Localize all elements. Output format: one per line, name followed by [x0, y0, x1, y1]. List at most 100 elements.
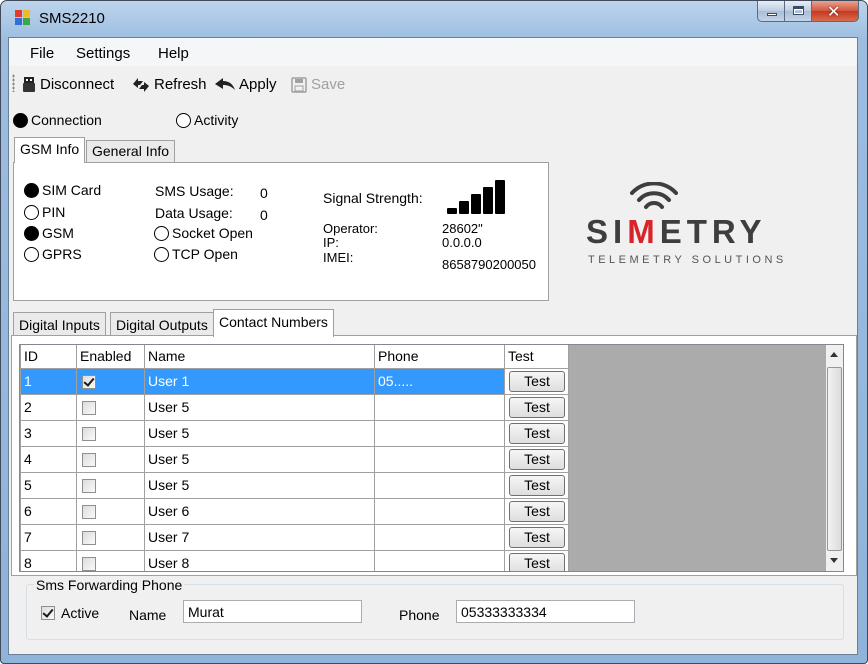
- test-button[interactable]: Test: [509, 474, 565, 496]
- forwarding-phone-input[interactable]: [456, 600, 635, 623]
- col-header-test[interactable]: Test: [504, 345, 569, 369]
- test-button[interactable]: Test: [509, 396, 565, 418]
- cell-id[interactable]: 4: [20, 445, 77, 473]
- scroll-up-icon[interactable]: [830, 352, 838, 357]
- close-button[interactable]: ✕: [812, 1, 859, 22]
- cell-id[interactable]: 8: [20, 549, 77, 571]
- test-button[interactable]: Test: [509, 422, 565, 444]
- usb-plug-icon: [23, 76, 35, 92]
- forwarding-name-input[interactable]: [183, 600, 362, 623]
- scroll-down-icon[interactable]: [830, 558, 838, 563]
- cell-enabled[interactable]: [76, 367, 145, 395]
- table-row[interactable]: 3 User 5 Test: [20, 419, 569, 447]
- forwarding-active-checkbox[interactable]: Active: [41, 605, 99, 621]
- maximize-button[interactable]: [785, 1, 812, 22]
- socket-open-label: Socket Open: [172, 225, 253, 241]
- save-button[interactable]: Save: [291, 76, 345, 93]
- cell-enabled[interactable]: [76, 549, 145, 571]
- save-disk-icon: [291, 76, 307, 93]
- table-row[interactable]: 4 User 5 Test: [20, 445, 569, 473]
- enabled-checkbox[interactable]: [82, 505, 96, 520]
- table-row[interactable]: 8 User 8 Test: [20, 549, 569, 571]
- cell-phone[interactable]: [374, 523, 505, 551]
- pin-led: [24, 204, 39, 220]
- tab-general-info[interactable]: General Info: [86, 140, 176, 162]
- scroll-thumb[interactable]: [827, 367, 842, 551]
- enabled-checkbox[interactable]: [82, 375, 96, 390]
- disconnect-button[interactable]: Disconnect: [22, 76, 114, 93]
- tcp-open-led: [154, 246, 169, 262]
- cell-enabled[interactable]: [76, 445, 145, 473]
- cell-id[interactable]: 6: [20, 497, 77, 525]
- test-button[interactable]: Test: [509, 552, 565, 571]
- cell-enabled[interactable]: [76, 471, 145, 499]
- table-row[interactable]: 1 User 1 05..... Test: [20, 367, 569, 395]
- enabled-checkbox[interactable]: [82, 531, 96, 546]
- cell-name[interactable]: User 1: [144, 367, 375, 395]
- cell-name[interactable]: User 5: [144, 471, 375, 499]
- title-bar[interactable]: SMS2210 ✕: [1, 1, 867, 37]
- table-row[interactable]: 2 User 5 Test: [20, 393, 569, 421]
- cell-name[interactable]: User 5: [144, 393, 375, 421]
- cell-enabled[interactable]: [76, 523, 145, 551]
- cell-phone[interactable]: [374, 445, 505, 473]
- ip-value: 0.0.0.0: [442, 235, 482, 250]
- table-row[interactable]: 6 User 6 Test: [20, 497, 569, 525]
- enabled-checkbox[interactable]: [82, 453, 96, 468]
- cell-name[interactable]: User 5: [144, 419, 375, 447]
- menu-help[interactable]: Help: [158, 45, 189, 62]
- menu-file[interactable]: File: [30, 45, 54, 62]
- apply-button[interactable]: Apply: [215, 76, 277, 93]
- minimize-button[interactable]: [757, 1, 785, 22]
- table-row[interactable]: 5 User 5 Test: [20, 471, 569, 499]
- table-row[interactable]: 7 User 7 Test: [20, 523, 569, 551]
- cell-name[interactable]: User 6: [144, 497, 375, 525]
- enabled-checkbox[interactable]: [82, 427, 96, 442]
- enabled-checkbox[interactable]: [82, 557, 96, 571]
- window-title: SMS2210: [39, 10, 105, 27]
- enabled-checkbox[interactable]: [82, 479, 96, 494]
- cell-phone[interactable]: 05.....: [374, 367, 505, 395]
- cell-phone[interactable]: [374, 471, 505, 499]
- cell-enabled[interactable]: [76, 497, 145, 525]
- test-button[interactable]: Test: [509, 448, 565, 470]
- test-button[interactable]: Test: [509, 526, 565, 548]
- menu-settings[interactable]: Settings: [76, 45, 130, 62]
- tab-digital-inputs[interactable]: Digital Inputs: [13, 312, 106, 336]
- cell-id[interactable]: 7: [20, 523, 77, 551]
- cell-name[interactable]: User 8: [144, 549, 375, 571]
- col-header-enabled[interactable]: Enabled: [76, 345, 145, 369]
- tab-digital-outputs[interactable]: Digital Outputs: [110, 312, 214, 336]
- grid-vertical-scrollbar[interactable]: [826, 344, 844, 572]
- tab-gsm-info[interactable]: GSM Info: [14, 137, 86, 163]
- connection-radio[interactable]: Connection: [13, 112, 102, 128]
- cell-id[interactable]: 2: [20, 393, 77, 421]
- cell-enabled[interactable]: [76, 419, 145, 447]
- cell-phone[interactable]: [374, 497, 505, 525]
- operator-label: Operator:: [323, 221, 378, 236]
- operator-value: 28602": [442, 221, 483, 236]
- cell-name[interactable]: User 7: [144, 523, 375, 551]
- cell-id[interactable]: 1: [20, 367, 77, 395]
- client-area: File Settings Help Disconnect Refresh Ap…: [8, 37, 858, 655]
- enabled-checkbox[interactable]: [82, 401, 96, 416]
- col-header-name[interactable]: Name: [144, 345, 375, 369]
- col-header-phone[interactable]: Phone: [374, 345, 505, 369]
- cell-phone[interactable]: [374, 419, 505, 447]
- tab-contact-numbers[interactable]: Contact Numbers: [213, 309, 334, 337]
- cell-id[interactable]: 3: [20, 419, 77, 447]
- cell-enabled[interactable]: [76, 393, 145, 421]
- activity-radio[interactable]: Activity: [176, 112, 238, 128]
- sms-forwarding-title: Sms Forwarding Phone: [34, 577, 185, 593]
- cell-phone[interactable]: [374, 549, 505, 571]
- refresh-button[interactable]: Refresh: [132, 76, 207, 93]
- cell-id[interactable]: 5: [20, 471, 77, 499]
- test-button[interactable]: Test: [509, 370, 565, 392]
- toolbar-grip[interactable]: [12, 74, 15, 92]
- test-button[interactable]: Test: [509, 500, 565, 522]
- cell-name[interactable]: User 5: [144, 445, 375, 473]
- cell-phone[interactable]: [374, 393, 505, 421]
- menu-bar: File Settings Help: [9, 38, 857, 66]
- col-header-id[interactable]: ID: [20, 345, 77, 369]
- contacts-grid: ID Enabled Name Phone Test 1 User 1 05....…: [19, 344, 827, 572]
